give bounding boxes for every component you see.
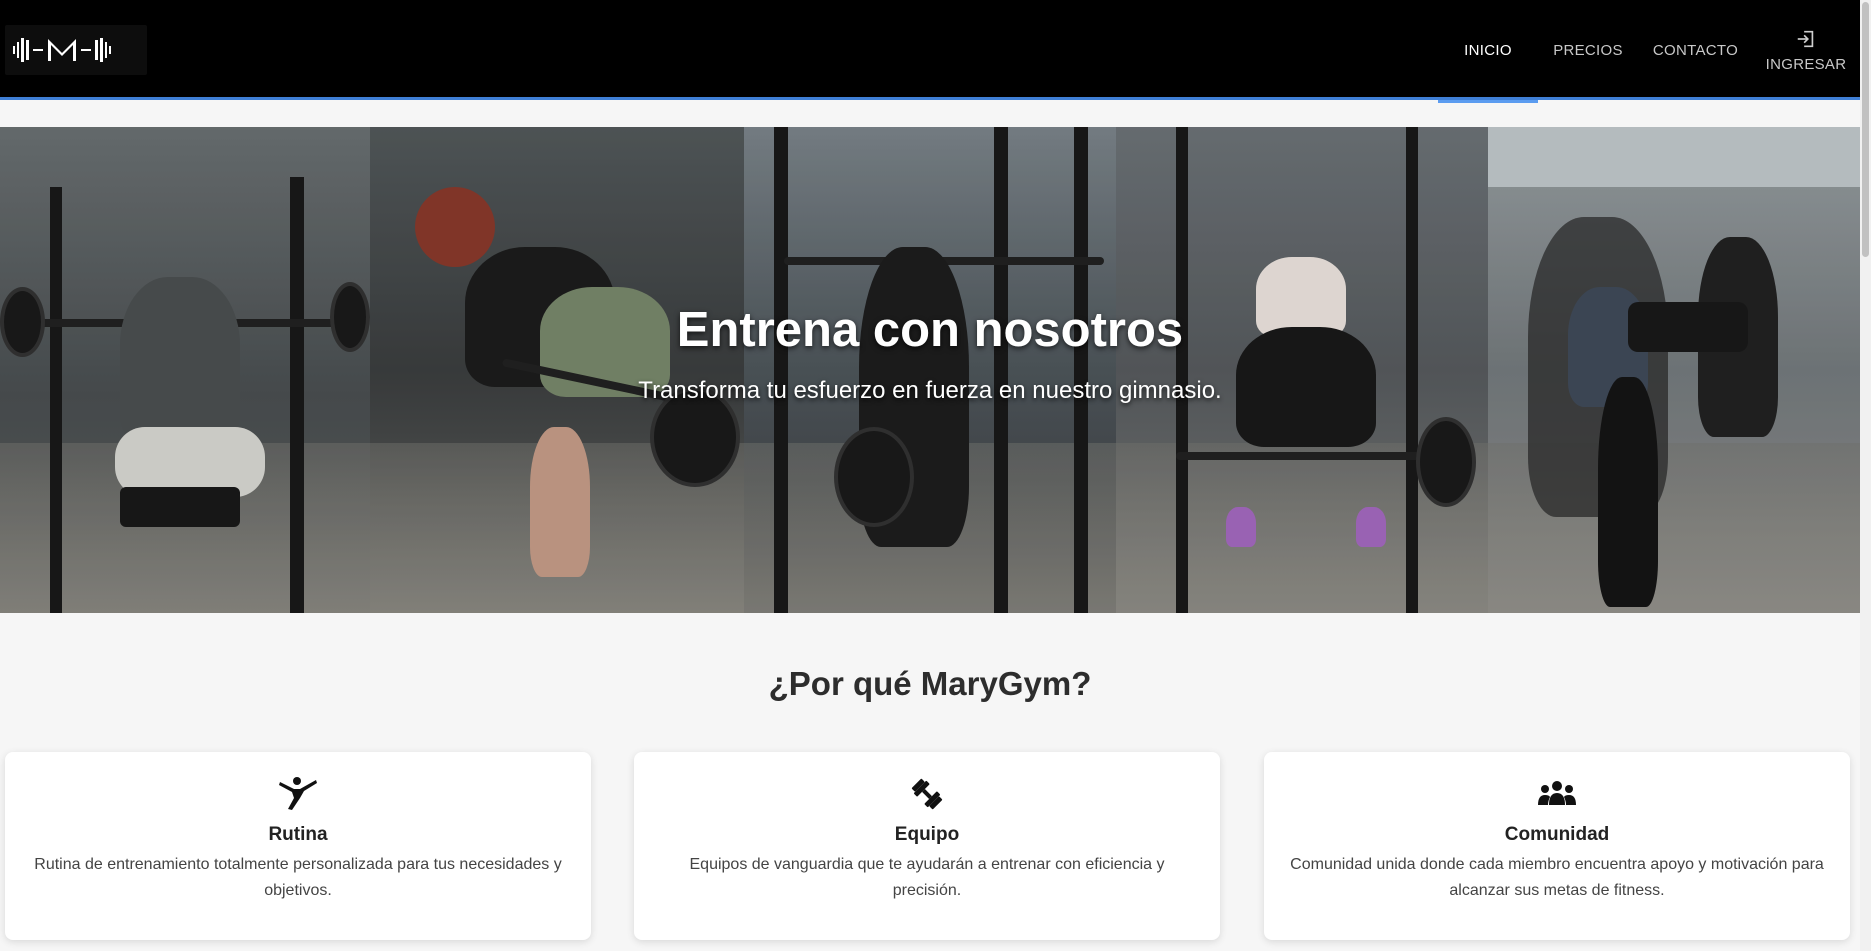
martial-arts-kick-icon	[5, 774, 591, 814]
scrollbar-thumb[interactable]	[1862, 2, 1869, 257]
nav-link-label: PRECIOS	[1553, 41, 1623, 59]
login-label: INGRESAR	[1765, 55, 1847, 73]
feature-card-equipo: Equipo Equipos de vanguardia que te ayud…	[634, 752, 1220, 940]
login-button[interactable]: INGRESAR	[1756, 0, 1856, 100]
feature-card-rutina: Rutina Rutina de entrenamiento totalment…	[5, 752, 591, 940]
feature-card-title: Comunidad	[1504, 824, 1610, 845]
nav-link-inicio[interactable]: INICIO	[1438, 0, 1538, 103]
page-scrollbar[interactable]	[1860, 0, 1871, 951]
nav-link-precios[interactable]: PRECIOS	[1543, 0, 1633, 100]
feature-card-title: Rutina	[268, 824, 328, 845]
nav-link-contacto[interactable]: CONTACTO	[1643, 0, 1748, 100]
feature-card-description: Equipos de vanguardia que te ayudarán a …	[689, 856, 1165, 899]
nav-link-label: CONTACTO	[1652, 41, 1739, 59]
top-navbar: INICIO PRECIOS CONTACTO INGRESAR	[0, 0, 1860, 103]
hero-subtitle: Transforma tu esfuerzo en fuerza en nues…	[638, 377, 1222, 404]
login-icon	[1797, 30, 1814, 47]
features-title: ¿Por qué MaryGym?	[768, 665, 1092, 702]
feature-card-description: Comunidad unida donde cada miembro encue…	[1290, 856, 1824, 899]
users-group-icon	[1264, 774, 1850, 814]
nav-link-label: INICIO	[1464, 41, 1512, 59]
hero-banner: Entrena con nosotros Transforma tu esfue…	[0, 127, 1860, 613]
feature-card-description: Rutina de entrenamiento totalmente perso…	[34, 856, 562, 899]
marygym-logo-icon[interactable]	[5, 25, 147, 75]
feature-card-comunidad: Comunidad Comunidad unida donde cada mie…	[1264, 752, 1850, 940]
dumbbell-icon	[634, 774, 1220, 814]
hero-title: Entrena con nosotros	[676, 303, 1184, 357]
feature-card-title: Equipo	[894, 824, 960, 845]
